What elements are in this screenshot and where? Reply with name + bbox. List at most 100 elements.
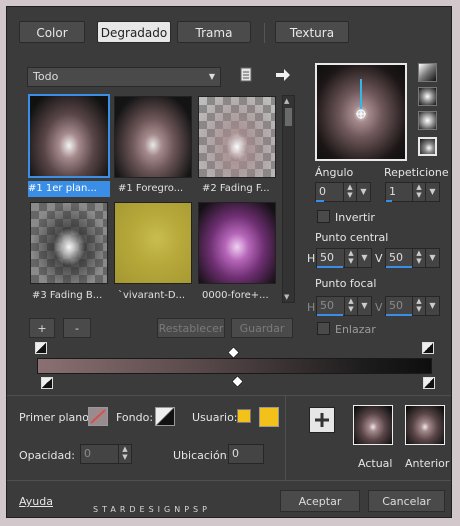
location-label: Ubicación: [173, 449, 231, 462]
tab-texture[interactable]: Textura [275, 21, 349, 43]
user-label: Usuario: [192, 411, 238, 424]
tab-gradient[interactable]: Degradado [97, 21, 171, 43]
center-v-slider[interactable] [386, 266, 412, 268]
color-stop-top-left[interactable] [35, 342, 47, 354]
thumbnail-scrollbar[interactable]: ▲ ▼ [282, 95, 295, 303]
accept-button[interactable]: Aceptar [280, 490, 360, 512]
gradient-thumbnail[interactable] [198, 202, 276, 284]
current-gradient-preview[interactable] [353, 405, 393, 445]
link-label: Enlazar [335, 323, 376, 336]
focal-v-field[interactable]: 50 ▲ ▼ ▼ [385, 296, 440, 316]
previous-gradient-preview[interactable] [405, 405, 445, 445]
current-label: Actual [358, 457, 393, 470]
thumbnail-label: #1 1er plan... [28, 181, 110, 197]
foreground-label: Primer plano: [19, 411, 93, 424]
chevron-down-icon[interactable]: ▼ [357, 249, 371, 267]
divider [7, 395, 451, 396]
gradient-style-icon [90, 409, 106, 424]
category-dropdown[interactable]: Todo ▼ [27, 67, 221, 87]
focal-h-field[interactable]: 50 ▲ ▼ ▼ [316, 296, 372, 316]
angle-slider[interactable] [316, 200, 324, 202]
link-checkbox[interactable] [317, 322, 330, 335]
gradient-thumbnail[interactable] [114, 202, 192, 284]
scroll-down-icon[interactable]: ▼ [284, 293, 289, 301]
category-value: Todo [33, 70, 59, 83]
divider [7, 480, 451, 481]
rectangular-style-icon[interactable] [418, 87, 437, 106]
remove-gradient-button[interactable]: - [63, 318, 91, 338]
location-field[interactable]: 0 [228, 444, 264, 464]
radial-style-icon[interactable] [418, 137, 437, 156]
spinner-arrows-icon[interactable]: ▲ ▼ [412, 183, 425, 201]
color-stop-top-right[interactable] [422, 342, 434, 354]
foreground-swatch[interactable] [88, 407, 108, 426]
gradient-editor-bar[interactable] [37, 358, 432, 374]
previous-label: Anterior [405, 457, 450, 470]
color-stop-bottom-left[interactable] [41, 377, 53, 389]
focal-v-slider[interactable] [386, 314, 412, 316]
color-stop-bottom-right[interactable] [423, 377, 435, 389]
chevron-down-icon[interactable]: ▼ [425, 183, 439, 201]
thumbnail-label: #3 Fading B... [32, 290, 103, 301]
window-frame: Color Degradado Trama Textura Todo ▼ #1 … [0, 0, 460, 526]
thumbnail-label: 0000-fore+... [202, 290, 269, 301]
tab-pattern[interactable]: Trama [177, 21, 251, 43]
background-label: Fondo: [116, 411, 154, 424]
repeat-slider[interactable] [386, 200, 392, 202]
angle-label: Ángulo [315, 166, 354, 179]
center-h-slider[interactable] [317, 266, 343, 268]
focal-h-slider[interactable] [317, 314, 343, 316]
cancel-button[interactable]: Cancelar [368, 490, 445, 512]
gradient-dialog: Color Degradado Trama Textura Todo ▼ #1 … [6, 6, 452, 518]
repeat-label: Repeticione [384, 166, 449, 179]
background-swatch[interactable] [155, 407, 175, 426]
gradient-thumbnail[interactable] [114, 96, 192, 178]
save-button[interactable]: Guardar [231, 318, 293, 338]
opacity-label: Opacidad: [19, 449, 75, 462]
center-v-field[interactable]: 50 ▲ ▼ ▼ [385, 248, 440, 268]
user-color-small-swatch[interactable] [237, 409, 251, 423]
spinner-arrows-icon[interactable]: ▲ ▼ [412, 249, 425, 267]
gradient-thumbnail[interactable] [30, 202, 108, 284]
angle-handle-icon[interactable] [317, 65, 405, 159]
focal-v-label: V [375, 301, 383, 314]
spinner-arrows-icon[interactable]: ▲ ▼ [344, 297, 357, 315]
spinner-arrows-icon[interactable]: ▲ ▼ [344, 249, 357, 267]
add-gradient-button[interactable]: + [29, 318, 55, 338]
chevron-down-icon[interactable]: ▼ [357, 297, 371, 315]
spinner-arrows-icon[interactable]: ▲ ▼ [343, 183, 356, 201]
arrow-right-icon[interactable] [275, 68, 291, 82]
linear-style-icon[interactable] [418, 63, 437, 82]
center-v-label: V [375, 252, 383, 265]
spinner-arrows-icon[interactable]: ▲ ▼ [412, 297, 425, 315]
tab-color[interactable]: Color [19, 21, 85, 43]
center-h-field[interactable]: 50 ▲ ▼ ▼ [316, 248, 372, 268]
gradient-thumbnail[interactable] [198, 96, 276, 178]
chevron-down-icon[interactable]: ▼ [425, 297, 439, 315]
document-icon[interactable] [239, 67, 253, 83]
repeat-field[interactable]: 1 ▲ ▼ ▼ [385, 182, 440, 202]
plus-icon [315, 413, 329, 427]
angle-field[interactable]: 0 ▲ ▼ ▼ [315, 182, 371, 202]
chevron-down-icon[interactable]: ▼ [425, 249, 439, 267]
chevron-down-icon: ▼ [208, 72, 215, 81]
help-link[interactable]: Ayuda [19, 495, 53, 508]
opacity-field[interactable]: 0 ▲ ▼ [80, 444, 132, 464]
focal-point-label: Punto focal [315, 277, 377, 290]
tab-divider [264, 23, 265, 43]
scrollbar-thumb[interactable] [285, 108, 292, 126]
thumbnail-label: `vivarant-D... [118, 290, 186, 301]
sunburst-style-icon[interactable] [418, 111, 437, 130]
add-stop-button[interactable] [309, 407, 335, 433]
chevron-down-icon[interactable]: ▼ [356, 183, 370, 201]
invert-checkbox[interactable] [317, 210, 330, 223]
midpoint-marker-top[interactable] [227, 346, 240, 359]
divider [285, 396, 286, 480]
spinner-arrows-icon[interactable]: ▲ ▼ [118, 445, 131, 463]
scroll-up-icon[interactable]: ▲ [284, 97, 289, 105]
gradient-preview[interactable] [315, 63, 407, 161]
midpoint-marker-bottom[interactable] [231, 375, 244, 388]
gradient-thumbnail[interactable] [28, 94, 110, 178]
user-color-swatch[interactable] [259, 407, 279, 427]
reset-button[interactable]: Restablecer [157, 318, 225, 338]
